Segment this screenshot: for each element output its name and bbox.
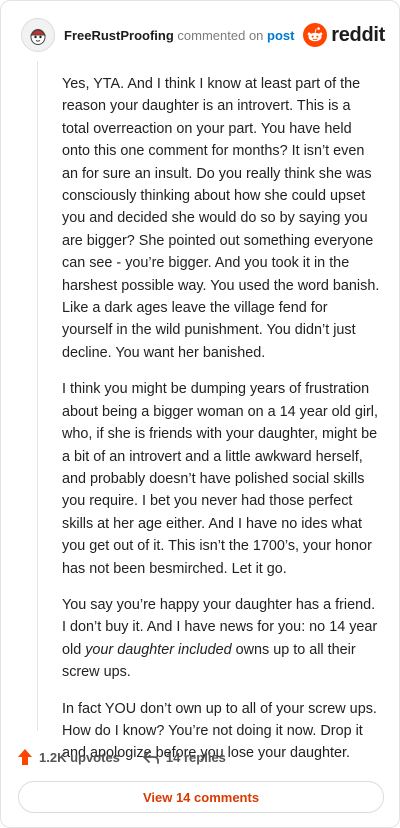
thread-line[interactable]: [37, 61, 38, 731]
upvotes-count: 1.2K upvotes: [39, 749, 120, 765]
upvote-button[interactable]: 1.2K upvotes: [17, 748, 120, 766]
avatar-icon: [30, 29, 46, 45]
upvote-arrow-icon: [18, 749, 32, 765]
replies-button[interactable]: 14 replies: [142, 749, 226, 765]
comment-header: FreeRustProofing commented on post reddi…: [21, 17, 385, 53]
comment-paragraph-2: I think you might be dumping years of fr…: [62, 381, 379, 577]
username-link[interactable]: FreeRustProofing: [64, 28, 174, 43]
replies-count: 14 replies: [165, 749, 226, 765]
reddit-wordmark: reddit: [331, 23, 385, 46]
comment-footer: 1.2K upvotes 14 replies: [17, 745, 226, 769]
reddit-brand[interactable]: reddit: [303, 23, 385, 47]
paragraph-3-italic: your daughter included: [85, 641, 232, 658]
comment-paragraph-3: You say you’re happy your daughter has a…: [62, 594, 380, 684]
post-link[interactable]: post: [267, 28, 294, 43]
reddit-logo-icon: [303, 23, 328, 47]
comment-paragraph-1: Yes, YTA. And I think I know at least pa…: [62, 76, 380, 361]
comment-card: FreeRustProofing commented on post reddi…: [0, 0, 400, 828]
reply-arrow-icon: [143, 751, 159, 764]
view-comments-button[interactable]: View 14 comments: [18, 781, 384, 813]
commented-on-text: commented on: [177, 27, 264, 43]
comment-body: Yes, YTA. And I think I know at least pa…: [62, 73, 380, 779]
user-avatar[interactable]: [21, 18, 55, 52]
comment-meta: FreeRustProofing commented on post: [64, 28, 295, 43]
